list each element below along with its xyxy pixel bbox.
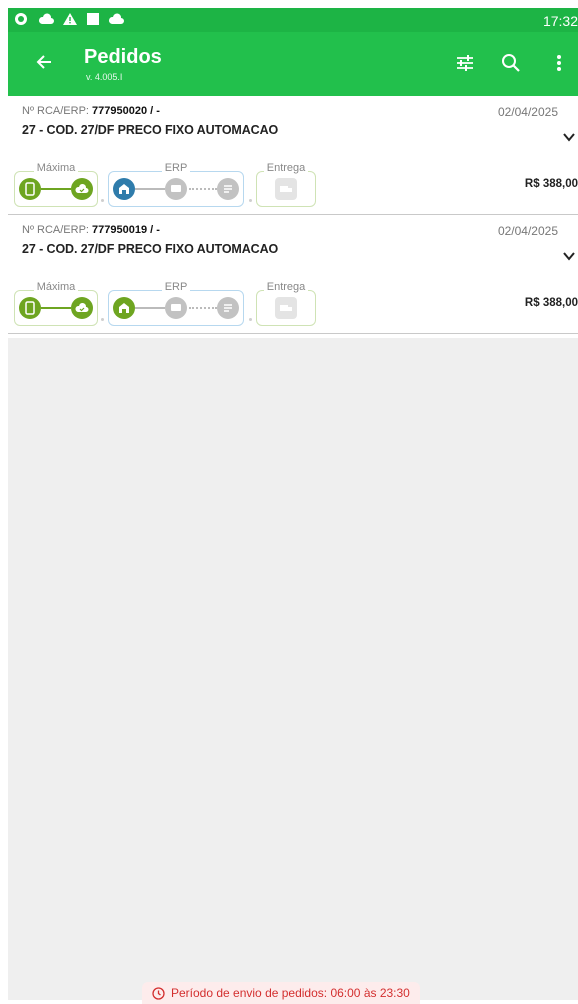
more-options-icon[interactable] <box>548 52 570 74</box>
stage-label: ERP <box>161 281 191 293</box>
stage-separator <box>249 199 252 202</box>
store-icon <box>113 297 135 319</box>
order-card[interactable]: Nº RCA/ERP: 777950020 / - 02/04/2025 27 … <box>8 96 578 215</box>
back-arrow-icon[interactable] <box>34 52 54 72</box>
order-value: R$ 388,00 <box>524 178 578 190</box>
stage-erp: ERP <box>108 162 244 207</box>
warning-icon <box>62 12 78 29</box>
order-window-text: Período de envio de pedidos: 06:00 às 23… <box>171 986 410 1000</box>
order-date: 02/04/2025 <box>497 105 558 119</box>
stage-label: Máxima <box>33 281 79 293</box>
stage-label: Entrega <box>263 162 309 174</box>
stage-maxima: Máxima <box>14 162 98 207</box>
chevron-down-icon[interactable] <box>562 249 576 263</box>
cloud-sync-icon <box>108 12 124 29</box>
stage-entrega: Entrega <box>256 162 316 207</box>
stage-separator <box>249 318 252 321</box>
notification-icon <box>14 12 30 29</box>
orders-list: Nº RCA/ERP: 777950020 / - 02/04/2025 27 … <box>8 96 578 334</box>
cloud-upload-icon <box>38 12 54 29</box>
top-edge <box>0 0 578 8</box>
progress-line <box>135 188 165 190</box>
phone-icon <box>19 178 41 200</box>
chat-icon <box>165 297 187 319</box>
cloud-check-icon <box>71 178 93 200</box>
progress-dots <box>189 188 217 190</box>
store-icon <box>113 178 135 200</box>
document-icon <box>217 297 239 319</box>
square-icon <box>86 12 100 29</box>
status-time: 17:32 <box>542 13 578 29</box>
rca-erp: Nº RCA/ERP: 777950019 / - <box>22 224 160 236</box>
clock-icon <box>152 986 165 1000</box>
client-name: 27 - COD. 27/DF PRECO FIXO AUTOMACAO <box>22 123 279 137</box>
progress-dots <box>189 307 217 309</box>
stage-separator <box>101 318 104 321</box>
stage-label: Máxima <box>33 162 79 174</box>
app-version: v. 4.005.I <box>86 72 123 82</box>
order-value: R$ 388,00 <box>524 297 578 309</box>
status-bar: 17:32 <box>8 8 578 32</box>
stage-label: ERP <box>161 162 191 174</box>
stage-entrega: Entrega <box>256 281 316 326</box>
document-icon <box>217 178 239 200</box>
status-icons <box>14 12 124 29</box>
truck-icon <box>275 178 297 200</box>
search-icon[interactable] <box>500 52 522 74</box>
chat-icon <box>165 178 187 200</box>
app-bar: Pedidos v. 4.005.I <box>8 32 578 96</box>
filter-sliders-icon[interactable] <box>454 52 476 74</box>
stage-erp: ERP <box>108 281 244 326</box>
stage-label: Entrega <box>263 281 309 293</box>
progress-line <box>41 307 71 309</box>
truck-icon <box>275 297 297 319</box>
order-card[interactable]: Nº RCA/ERP: 777950019 / - 02/04/2025 27 … <box>8 215 578 334</box>
progress-line <box>135 307 165 309</box>
stage-separator <box>101 199 104 202</box>
cloud-check-icon <box>71 297 93 319</box>
chevron-down-icon[interactable] <box>562 130 576 144</box>
empty-list-area <box>8 338 578 1000</box>
phone-icon <box>19 297 41 319</box>
rca-erp: Nº RCA/ERP: 777950020 / - <box>22 105 160 117</box>
order-window-banner: Período de envio de pedidos: 06:00 às 23… <box>142 982 420 1004</box>
client-name: 27 - COD. 27/DF PRECO FIXO AUTOMACAO <box>22 242 279 256</box>
page-title: Pedidos <box>84 46 162 68</box>
order-date: 02/04/2025 <box>497 224 558 238</box>
stage-maxima: Máxima <box>14 281 98 326</box>
progress-line <box>41 188 71 190</box>
